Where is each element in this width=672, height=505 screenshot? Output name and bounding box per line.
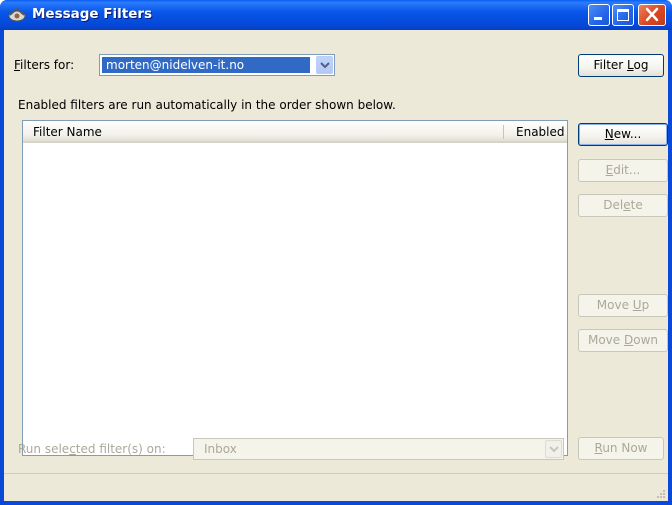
close-icon bbox=[645, 7, 659, 22]
account-dropdown-button[interactable] bbox=[316, 56, 333, 74]
filter-list[interactable]: Filter Name Enabled bbox=[22, 120, 568, 456]
resize-grip-icon[interactable] bbox=[654, 487, 666, 499]
filters-for-label: Filters for: bbox=[14, 58, 75, 72]
info-text: Enabled filters are run automatically in… bbox=[18, 98, 396, 112]
minimize-button[interactable] bbox=[588, 4, 610, 26]
filter-log-button[interactable]: Filter Log bbox=[578, 54, 664, 77]
message-filters-window: Message Filters Filters for: morten@nide… bbox=[0, 0, 672, 505]
new-filter-button[interactable]: New... bbox=[578, 123, 668, 146]
maximize-button[interactable] bbox=[612, 4, 634, 26]
thunderbird-filter-icon bbox=[8, 8, 26, 22]
delete-filter-button[interactable]: Delete bbox=[578, 194, 668, 217]
dialog-client-area: Filters for: morten@nidelven-it.no Filte… bbox=[4, 30, 668, 501]
run-now-button[interactable]: Run Now bbox=[578, 437, 664, 460]
column-header-enabled[interactable]: Enabled bbox=[516, 125, 565, 139]
selected-account: morten@nidelven-it.no bbox=[102, 57, 310, 73]
window-title: Message Filters bbox=[32, 6, 153, 22]
chevron-down-icon bbox=[549, 446, 559, 453]
status-bar bbox=[4, 473, 668, 501]
column-divider[interactable] bbox=[503, 125, 504, 139]
column-header-filter-name[interactable]: Filter Name bbox=[33, 125, 102, 139]
filter-list-header: Filter Name Enabled bbox=[23, 121, 567, 143]
minimize-icon bbox=[594, 17, 602, 20]
move-up-button[interactable]: Move Up bbox=[578, 294, 668, 317]
move-down-button[interactable]: Move Down bbox=[578, 329, 668, 352]
run-on-label: Run selected filter(s) on: bbox=[18, 442, 166, 456]
chevron-down-icon bbox=[320, 62, 330, 69]
maximize-icon bbox=[617, 9, 629, 21]
run-on-folder-value: Inbox bbox=[204, 442, 237, 456]
close-button[interactable] bbox=[638, 4, 666, 26]
run-on-folder-select[interactable]: Inbox bbox=[193, 438, 564, 460]
folder-dropdown-button[interactable] bbox=[545, 440, 562, 458]
edit-filter-button[interactable]: Edit... bbox=[578, 159, 668, 182]
account-select[interactable]: morten@nidelven-it.no bbox=[99, 54, 335, 76]
title-bar[interactable]: Message Filters bbox=[0, 0, 672, 30]
